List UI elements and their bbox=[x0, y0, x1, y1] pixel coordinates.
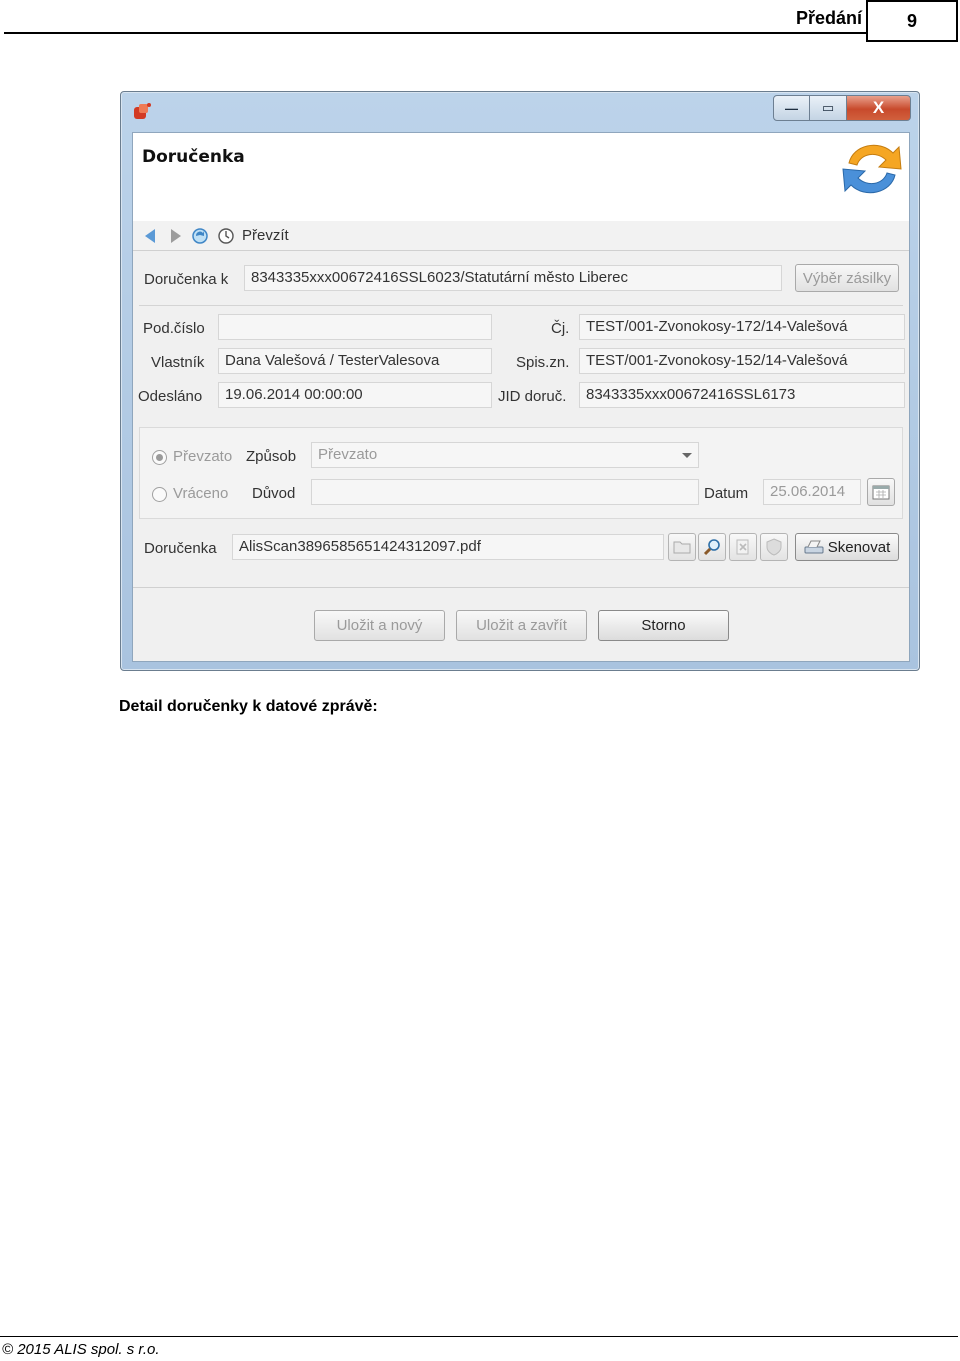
sign-button[interactable] bbox=[760, 533, 788, 561]
remove-file-button[interactable] bbox=[729, 533, 757, 561]
open-file-button[interactable] bbox=[668, 533, 696, 561]
cancel-button[interactable]: Storno bbox=[598, 610, 729, 641]
reason-label: Důvod bbox=[252, 485, 296, 502]
subnumber-field[interactable] bbox=[218, 314, 492, 340]
scan-button[interactable]: Skenovat bbox=[795, 533, 899, 561]
section-title: Předání bbox=[795, 8, 862, 28]
owner-label: Vlastník bbox=[151, 354, 205, 371]
method-label: Způsob bbox=[246, 448, 297, 465]
receipt-file-label: Doručenka bbox=[144, 540, 217, 557]
select-parcel-button[interactable]: Výběr zásilky bbox=[795, 264, 899, 292]
preview-button[interactable] bbox=[698, 533, 726, 561]
app-logo-icon bbox=[134, 103, 151, 119]
jid-field[interactable]: 8343335xxx00672416SSL6173 bbox=[579, 382, 905, 408]
page-number: 9 bbox=[866, 0, 958, 42]
calendar-icon bbox=[872, 485, 890, 500]
window-controls: — ▭ X bbox=[773, 95, 911, 121]
chevron-down-icon[interactable] bbox=[682, 453, 692, 458]
status-group: Převzato Způsob Převzato Vráceno Důvod D… bbox=[139, 427, 903, 519]
accepted-radio[interactable] bbox=[152, 450, 167, 465]
copyright-text: © 2015 ALIS spol. s r.o. bbox=[2, 1341, 160, 1358]
toolbar: Převzít bbox=[133, 221, 909, 251]
calendar-button[interactable] bbox=[867, 478, 895, 506]
shield-icon bbox=[766, 538, 782, 556]
dialog-title: Doručenka bbox=[142, 147, 245, 167]
title-bar[interactable]: — ▭ X bbox=[121, 92, 919, 132]
figure-caption: Detail doručenky k datové zprávě: bbox=[119, 698, 378, 715]
magnifier-icon bbox=[703, 539, 720, 556]
close-button[interactable]: X bbox=[847, 95, 911, 121]
window-client-area: Doručenka Převzít Doručenka k 8343335xxx… bbox=[132, 132, 910, 662]
scan-button-label: Skenovat bbox=[827, 538, 891, 556]
reason-field[interactable] bbox=[311, 479, 699, 505]
receipt-file-field[interactable]: AlisScan3896585651424312097.pdf bbox=[232, 534, 664, 560]
forward-arrow-icon[interactable] bbox=[167, 227, 185, 245]
file-mark-label: Spis.zn. bbox=[516, 354, 570, 371]
delivery-receipt-window: — ▭ X Doručenka Převzít Doručenka k 8343… bbox=[120, 91, 920, 671]
banner: Doručenka bbox=[133, 133, 909, 221]
owner-field[interactable]: Dana Valešová / TesterValesova bbox=[218, 348, 492, 374]
delivery-for-label: Doručenka k bbox=[144, 271, 229, 288]
date-field[interactable]: 25.06.2014 bbox=[763, 479, 861, 505]
dialog-footer: Uložit a nový Uložit a zavřít Storno bbox=[133, 587, 909, 661]
subnumber-label: Pod.číslo bbox=[143, 320, 205, 337]
returned-radio-label: Vráceno bbox=[173, 485, 229, 502]
method-combobox[interactable]: Převzato bbox=[311, 442, 699, 468]
maximize-button[interactable]: ▭ bbox=[810, 95, 847, 121]
method-value: Převzato bbox=[318, 446, 378, 463]
document-header: Předání 9 bbox=[4, 0, 958, 42]
ref-number-field[interactable]: TEST/001-Zvonokosy-172/14-Valešová bbox=[579, 314, 905, 340]
save-close-button[interactable]: Uložit a zavřít bbox=[456, 610, 587, 641]
ref-number-label: Čj. bbox=[551, 320, 570, 337]
separator bbox=[139, 305, 903, 306]
refresh-icon[interactable] bbox=[191, 227, 209, 245]
sent-label: Odesláno bbox=[138, 388, 203, 405]
delete-file-icon bbox=[736, 539, 749, 555]
save-new-button[interactable]: Uložit a nový bbox=[314, 610, 445, 641]
file-mark-field[interactable]: TEST/001-Zvonokosy-152/14-Valešová bbox=[579, 348, 905, 374]
accept-clock-icon[interactable] bbox=[217, 227, 235, 245]
minimize-button[interactable]: — bbox=[773, 95, 810, 121]
scanner-icon bbox=[804, 540, 824, 554]
folder-icon bbox=[673, 541, 691, 554]
back-arrow-icon[interactable] bbox=[141, 227, 159, 245]
jid-label: JID doruč. bbox=[498, 388, 567, 405]
page-footer: © 2015 ALIS spol. s r.o. bbox=[0, 1336, 958, 1361]
date-label: Datum bbox=[704, 485, 749, 502]
delivery-for-field[interactable]: 8343335xxx00672416SSL6023/Statutární měs… bbox=[244, 265, 782, 291]
sync-arrows-icon bbox=[842, 144, 902, 194]
accept-button[interactable]: Převzít bbox=[242, 227, 289, 244]
header-rule bbox=[4, 32, 866, 34]
returned-radio[interactable] bbox=[152, 487, 167, 502]
accepted-radio-label: Převzato bbox=[173, 448, 233, 465]
sent-date-field[interactable]: 19.06.2014 00:00:00 bbox=[218, 382, 492, 408]
